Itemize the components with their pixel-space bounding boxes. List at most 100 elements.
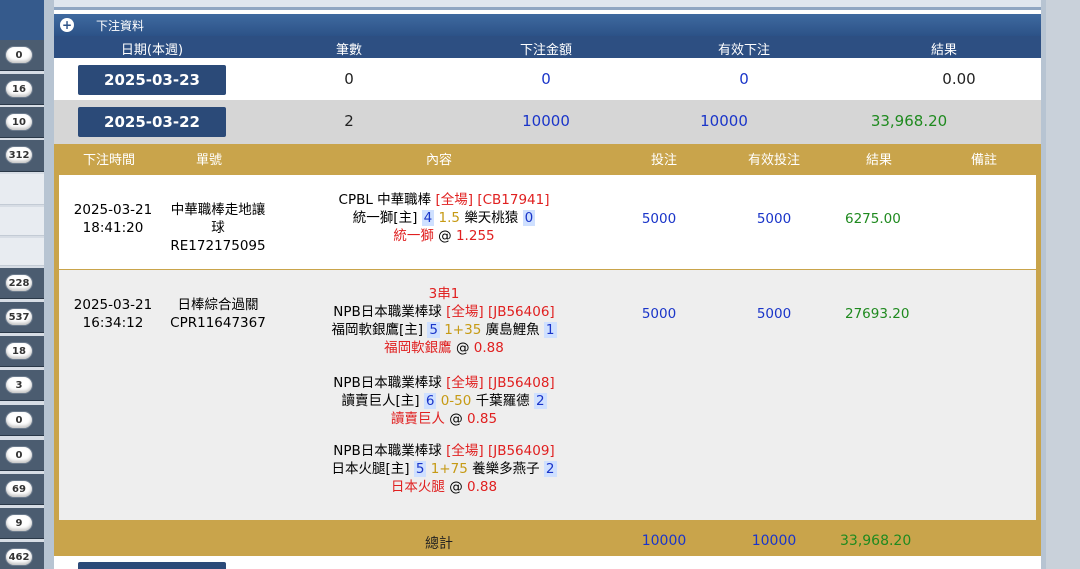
day-count: 2 [344, 112, 354, 130]
count-badge: 228 [5, 274, 33, 292]
panel-top-border [54, 0, 1041, 10]
match-code: [JB56406] [487, 304, 555, 320]
rail-item[interactable]: 18 [0, 336, 44, 367]
count-badge: 0 [5, 411, 33, 429]
col-valid-stake: 有效投注 [747, 153, 800, 168]
bet-time: 2025-03-21 18:41:20 [63, 201, 163, 237]
odds: 0.88 [473, 340, 504, 356]
date-button[interactable]: 2025-03-22 [78, 107, 226, 137]
bet-time: 2025-03-21 16:34:12 [63, 296, 163, 332]
bet-type: 日棒綜合過關 [177, 297, 259, 313]
match-code: [CB17941] [477, 192, 550, 208]
home-score: 5 [427, 322, 440, 338]
bet-leg: NPB日本職業棒球 [全場] [JB56409] 日本火腿[主] 5 1+75 … [299, 442, 589, 496]
left-rail: 0 16 10 312 228 537 18 3 0 0 69 9 462 [0, 0, 44, 569]
home-score: 5 [413, 461, 427, 477]
bet-type: 中華職棒走地讓 [170, 202, 266, 218]
picked-team: 讀賣巨人 [390, 411, 445, 427]
rail-item-empty[interactable] [0, 238, 44, 266]
home-score: 4 [421, 210, 435, 226]
home-team: 讀賣巨人[主] [341, 393, 420, 409]
league-name: CPBL 中華職棒 [338, 192, 432, 208]
home-team: 福岡軟銀鷹[主] [331, 322, 424, 338]
rail-item[interactable]: 10 [0, 107, 44, 138]
day-amount: 10000 [522, 112, 570, 130]
rail-item[interactable]: 462 [0, 542, 44, 569]
total-result: 33,968.20 [840, 533, 912, 549]
day-result: 0.00 [942, 70, 976, 88]
rail-item[interactable]: 228 [0, 268, 44, 299]
at-sign: @ [449, 411, 463, 427]
section-header: + 下注資料 [54, 14, 1041, 36]
bet-type-cont: 球 [211, 220, 225, 236]
order-number: CPR11647367 [170, 315, 266, 331]
count-badge: 0 [5, 46, 33, 64]
col-note: 備註 [970, 153, 997, 168]
handicap-line: 1+75 [430, 461, 468, 477]
day-row: 2025-03-23 0 0 0 0.00 [54, 58, 1041, 102]
handicap-line: 0-50 [440, 393, 472, 409]
home-team: 日本火腿[主] [331, 461, 410, 477]
rail-item[interactable]: 0 [0, 40, 44, 71]
rail-item[interactable]: 0 [0, 405, 44, 436]
stake: 5000 [641, 306, 677, 322]
bet-records-panel: + 下注資料 日期(本週) 筆數 下注金額 有效下注 結果 2025-03-23… [54, 0, 1041, 569]
count-badge: 69 [5, 480, 33, 498]
home-team: 統一獅[主] [352, 210, 418, 226]
rail-item-empty[interactable] [0, 207, 44, 236]
col-valid: 有效下注 [717, 43, 770, 58]
bet-order: 中華職棒走地讓 球 RE172175095 [163, 201, 273, 255]
rail-item[interactable]: 9 [0, 508, 44, 539]
odds: 0.88 [467, 479, 498, 495]
bet-scope: [全場] [446, 443, 484, 459]
day-count: 0 [344, 70, 354, 88]
odds: 0.85 [467, 411, 498, 427]
rail-item[interactable]: 0 [0, 440, 44, 471]
bet-leg: NPB日本職業棒球 [全場] [JB56408] 讀賣巨人[主] 6 0-50 … [299, 374, 589, 428]
col-bet-time: 下注時間 [82, 153, 135, 168]
count-badge: 16 [5, 80, 33, 98]
col-order-no: 單號 [195, 153, 222, 168]
handicap-line: 1.5 [438, 210, 461, 226]
picked-team: 福岡軟銀鷹 [384, 340, 452, 356]
total-row: 總計 10000 10000 33,968.20 [54, 526, 1041, 556]
odds: 1.255 [455, 228, 495, 244]
league-name: NPB日本職業棒球 [333, 443, 442, 459]
count-badge: 18 [5, 342, 33, 360]
date-button[interactable] [78, 562, 226, 569]
count-badge: 462 [5, 548, 33, 566]
rail-item[interactable]: 3 [0, 370, 44, 401]
handicap-line: 1+35 [444, 322, 482, 338]
bet-scope: [全場] [446, 375, 484, 391]
rail-item-empty[interactable] [0, 174, 44, 205]
bet-row: 2025-03-21 16:34:12 日棒綜合過關 CPR11647367 3… [59, 270, 1036, 520]
bet-leg: 3串1 NPB日本職業棒球 [全場] [JB56406] 福岡軟銀鷹[主] 5 … [299, 285, 589, 357]
league-name: NPB日本職業棒球 [333, 304, 442, 320]
date-button[interactable]: 2025-03-23 [78, 65, 226, 95]
col-date: 日期(本週) [120, 43, 184, 58]
parlay-type: 3串1 [428, 286, 460, 302]
total-stake: 10000 [641, 533, 687, 549]
bet-detail-list: 2025-03-21 18:41:20 中華職棒走地讓 球 RE17217509… [54, 170, 1041, 526]
away-team: 千葉羅德 [475, 393, 530, 409]
rail-item[interactable]: 69 [0, 474, 44, 505]
away-team: 廣島鯉魚 [485, 322, 540, 338]
picked-team: 日本火腿 [390, 479, 445, 495]
rail-item[interactable]: 312 [0, 140, 44, 172]
bet-result: 27693.20 [845, 306, 910, 322]
at-sign: @ [449, 479, 463, 495]
col-amount: 下注金額 [519, 43, 572, 58]
bet-order: 日棒綜合過關 CPR11647367 [163, 296, 273, 332]
bet-scope: [全場] [435, 192, 474, 208]
rail-item[interactable]: 537 [0, 302, 44, 333]
expand-icon[interactable]: + [60, 18, 74, 32]
rail-item[interactable]: 16 [0, 74, 44, 105]
day-row: 2025-03-22 2 10000 10000 33,968.20 [54, 100, 1041, 144]
away-score: 0 [522, 210, 536, 226]
away-team: 養樂多燕子 [472, 461, 540, 477]
picked-team: 統一獅 [393, 228, 434, 244]
total-label: 總計 [425, 536, 453, 552]
summary-column-header: 日期(本週) 筆數 下注金額 有效下注 結果 [54, 36, 1041, 58]
count-badge: 537 [5, 308, 33, 326]
bet-leg: CPBL 中華職棒 [全場] [CB17941] 統一獅[主] 4 1.5 樂天… [299, 191, 589, 245]
